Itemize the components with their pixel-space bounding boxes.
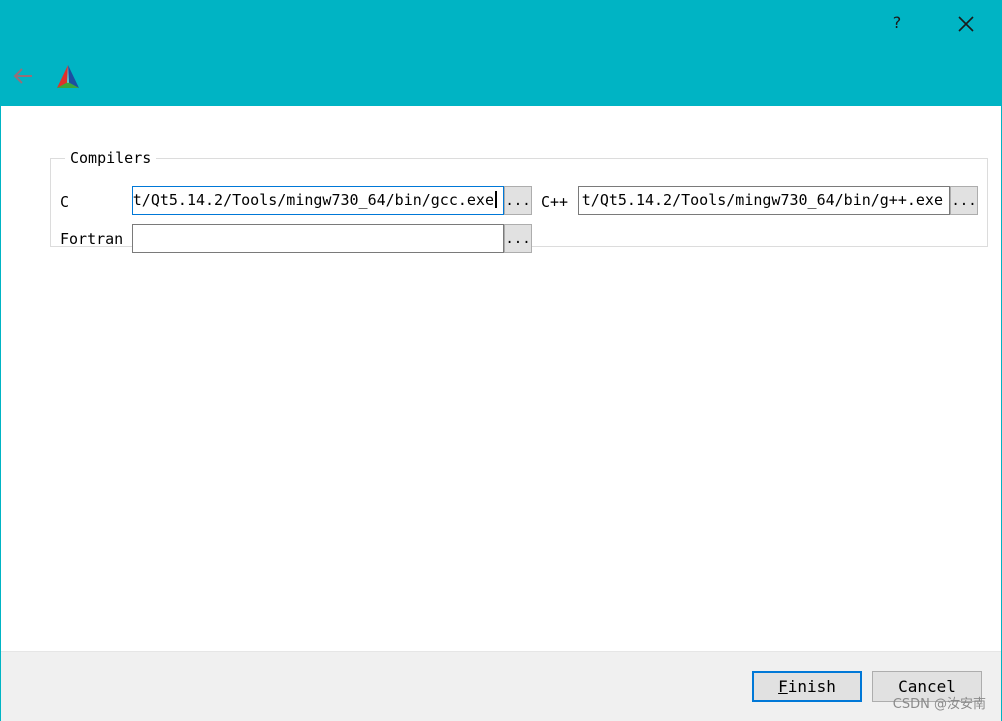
finish-accelerator: F <box>778 677 788 696</box>
cmake-logo-icon <box>57 65 79 88</box>
back-button[interactable] <box>9 64 37 88</box>
c-compiler-input[interactable]: t/Qt5.14.2/Tools/mingw730_64/bin/gcc.exe <box>132 186 504 215</box>
compilers-group-title: Compilers <box>70 149 152 167</box>
help-button[interactable]: ? <box>885 11 909 35</box>
fortran-compiler-browse-button[interactable]: ... <box>504 224 532 253</box>
cmake-first-configure-dialog: ? Compilers C t/Qt5.14.2/Tools/mingw730_… <box>0 0 1002 721</box>
cpp-compiler-label: C++ <box>541 193 569 211</box>
finish-label: inish <box>787 677 836 696</box>
fortran-compiler-label: Fortran <box>60 230 124 248</box>
close-button[interactable] <box>952 10 980 38</box>
finish-button[interactable]: Finish <box>752 671 862 702</box>
compilers-group: Compilers C t/Qt5.14.2/Tools/mingw730_64… <box>50 149 988 253</box>
cpp-compiler-browse-button[interactable]: ... <box>950 186 978 215</box>
close-icon <box>958 16 974 32</box>
dialog-header: ? <box>1 1 1001 106</box>
dialog-content: Compilers C t/Qt5.14.2/Tools/mingw730_64… <box>1 106 1001 651</box>
back-arrow-icon <box>13 68 32 84</box>
c-compiler-browse-button[interactable]: ... <box>504 186 532 215</box>
cmake-logo <box>53 62 83 92</box>
cpp-compiler-value: t/Qt5.14.2/Tools/mingw730_64/bin/g++.exe <box>581 191 943 209</box>
watermark: CSDN @汝安南 <box>892 697 986 712</box>
fortran-compiler-input[interactable] <box>132 224 504 253</box>
c-compiler-value: t/Qt5.14.2/Tools/mingw730_64/bin/gcc.exe <box>132 191 494 209</box>
c-compiler-label: C <box>60 193 70 211</box>
cpp-compiler-input[interactable]: t/Qt5.14.2/Tools/mingw730_64/bin/g++.exe <box>578 186 950 215</box>
dialog-footer: Finish Cancel CSDN @汝安南 <box>1 651 1001 721</box>
text-caret <box>495 191 497 208</box>
